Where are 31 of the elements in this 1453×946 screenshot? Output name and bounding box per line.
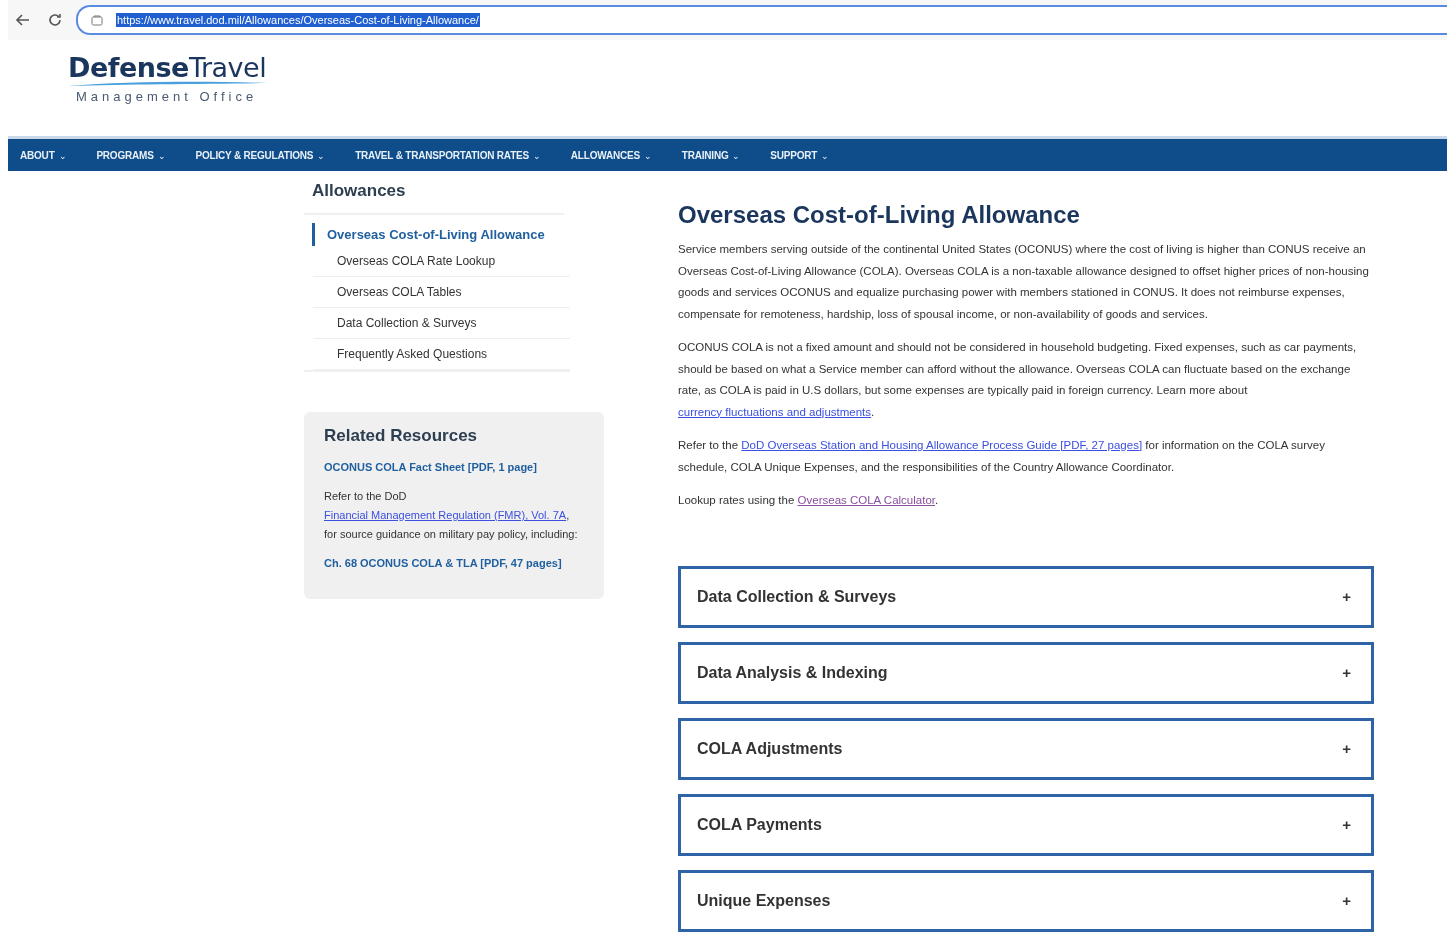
panel-title: Related Resources (324, 426, 479, 446)
sidebar-item[interactable]: Overseas COLA Tables (312, 277, 570, 308)
nav-item[interactable]: ALLOWANCES ⌄ (570, 149, 652, 161)
sidebar-item[interactable]: Data Collection & Surveys (312, 308, 570, 339)
sidebar-item[interactable]: Overseas COLA Rate Lookup (312, 246, 570, 277)
nav-item[interactable]: POLICY & REGULATIONS ⌄ (195, 149, 326, 161)
text-link[interactable]: DoD Overseas Station and Housing Allowance Process Guide [PDF, 27 pages] (741, 439, 1143, 451)
resource-text: Refer to the DoD Financial Management Regulation (FMR), Vol. 7A, for source guidance on military pay policy, including: (324, 489, 579, 542)
address-bar[interactable]: https://www.travel.dod.mil/Allowances/Overseas-Cost-of-Living-Allowance/ (76, 5, 1447, 35)
nav-item[interactable]: ABOUT ⌄ (20, 149, 67, 161)
accordion-header[interactable]: Unique Expenses + (678, 869, 1374, 932)
nav-item[interactable]: TRAVEL & TRANSPORTATION RATES ⌄ (355, 149, 541, 161)
text-link[interactable]: Ch. 68 OCONUS COLA & TLA [PDF, 47 pages] (324, 557, 562, 569)
body-paragraph: OCONUS COLA is not a fixed amount and should not be considered in household budgeting. Fixed expenses, such as car payments, should be based on what a Service member can afford without the allowance. Overseas COLA can fluctuate based on the exchange rate, as COLA is paid in U.S dollars, but some expenses are typically paid in foreign currency. Learn more about currency fluctuations and adjustments. (678, 340, 1358, 420)
body-paragraph: Lookup rates using the Overseas COLA Calculator. (678, 493, 940, 508)
sidebar-item[interactable]: Overseas Cost-of-Living Allowance (312, 223, 570, 246)
nav-item[interactable]: PROGRAMS ⌄ (96, 149, 166, 161)
sidebar-title: Allowances (304, 181, 564, 215)
text-link[interactable]: Overseas COLA Calculator (797, 494, 935, 506)
nav-item[interactable]: SUPPORT ⌄ (770, 149, 830, 161)
body-paragraph: Service members serving outside of the continental United States (OCONUS) where the cost of living is higher than CONUS receive an Overseas Cost-of-Living Allowance (COLA). Overseas COLA is a non-taxable allowance designed to offset higher prices of non-housing goods and services OCONUS and equalize purchasing power with members stationed in CONUS. It does not reimburse expenses, compensate for remoteness, hardship, loss of spousal income, or non-availability of goods and services. (678, 242, 1370, 322)
accordion-header[interactable]: COLA Adjustments + (678, 717, 1374, 780)
text-link[interactable]: OCONUS COLA Fact Sheet [PDF, 1 page] (324, 461, 537, 473)
nav-item[interactable]: TRAINING ⌄ (681, 149, 741, 161)
body-paragraph: Refer to the DoD Overseas Station and Housing Allowance Process Guide [PDF, 27 pages] for information on the COLA survey schedule, COLA Unique Expenses, and the responsibilities of the Country Allowance Coordinator. (678, 438, 1326, 475)
site-logo[interactable]: DefenseTravel Management Office (68, 52, 268, 104)
sidebar-item[interactable]: Frequently Asked Questions (312, 339, 570, 370)
accordion-header[interactable]: COLA Payments + (678, 793, 1374, 856)
accordion-header[interactable]: Data Collection & Surveys + (678, 565, 1374, 628)
page-title: Overseas Cost-of-Living Allowance (678, 201, 1081, 229)
accordion-header[interactable]: Data Analysis & Indexing + (678, 641, 1374, 704)
